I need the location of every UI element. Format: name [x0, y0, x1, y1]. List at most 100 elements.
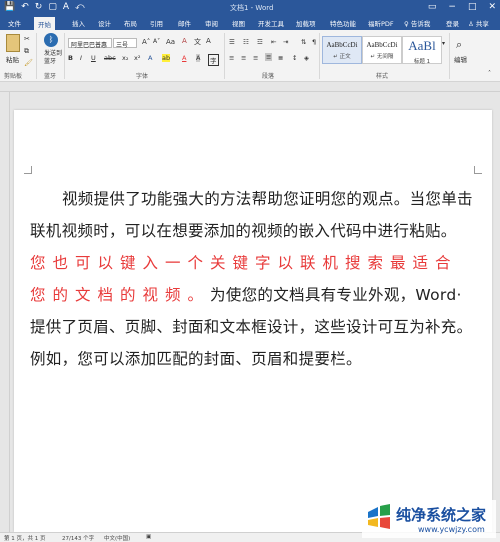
horizontal-ruler[interactable]: [0, 82, 500, 92]
ribbon-display-icon[interactable]: ▭: [428, 2, 437, 12]
bullets-icon[interactable]: ☰: [229, 38, 235, 46]
justify-icon[interactable]: ≡: [265, 53, 273, 61]
cut-icon[interactable]: ✂: [24, 35, 30, 43]
bluetooth-send-button[interactable]: 发送到蓝牙: [44, 50, 62, 66]
divider: [224, 33, 225, 79]
tab-mailings[interactable]: 邮件: [178, 18, 191, 28]
phonetic-guide-icon[interactable]: 文: [194, 37, 201, 47]
tab-file[interactable]: 文件: [8, 18, 21, 28]
show-marks-icon[interactable]: ¶: [312, 38, 316, 46]
underline-icon[interactable]: U: [91, 54, 96, 62]
document-body[interactable]: 视频提供了功能强大的方法帮助您证明您的观点。当您单击联机视频时，可以在想要添加的…: [30, 183, 478, 375]
copy-icon[interactable]: ⧉: [24, 47, 29, 56]
align-center-icon[interactable]: ≡: [241, 54, 246, 62]
tab-features[interactable]: 特色功能: [330, 18, 356, 28]
format-icon[interactable]: ⤺: [75, 2, 85, 12]
find-icon[interactable]: ⌕: [456, 38, 462, 52]
paste-icon[interactable]: [6, 34, 20, 52]
ribbon: 粘贴 ✂ ⧉ 🖌 ᛒ 发送到蓝牙 阿里巴巴普惠 三号 A˄ A˅ Aa A 文 …: [0, 30, 500, 82]
style-sample: AaBl: [408, 38, 436, 53]
highlight-icon[interactable]: ab: [162, 54, 171, 62]
save-icon[interactable]: 💾: [4, 2, 15, 12]
align-right-icon[interactable]: ≡: [253, 54, 258, 62]
page-count[interactable]: 第 1 页，共 1 页: [4, 534, 46, 542]
tab-design[interactable]: 设计: [98, 18, 111, 28]
strikethrough-icon[interactable]: abc: [104, 54, 116, 62]
font-name-select[interactable]: 阿里巴巴普惠: [68, 38, 112, 49]
macro-icon[interactable]: ▣: [146, 534, 151, 540]
char-shading-icon[interactable]: A: [196, 54, 201, 62]
font-size-select[interactable]: 三号: [113, 38, 137, 49]
vertical-scrollbar[interactable]: [492, 92, 500, 532]
enclose-char-icon[interactable]: 字: [208, 54, 219, 66]
bold-icon[interactable]: B: [68, 54, 73, 62]
watermark-url: www.ycwjzy.com: [418, 525, 485, 534]
tab-view[interactable]: 视图: [232, 18, 245, 28]
tab-foxit-pdf[interactable]: 福昕PDF: [368, 18, 394, 28]
quick-access-toolbar: 💾 ↶ ↻ ▢ A ⤺: [4, 2, 85, 12]
word-count[interactable]: 27/143 个字: [62, 534, 94, 542]
style-normal[interactable]: AaBbCcDi ↵ 正文: [322, 36, 362, 64]
style-no-spacing[interactable]: AaBbCcDi ↵ 无间隔: [362, 36, 402, 64]
tab-layout[interactable]: 布局: [124, 18, 137, 28]
font-color-icon[interactable]: A: [63, 2, 69, 12]
vertical-ruler[interactable]: [0, 92, 10, 532]
char-border-icon[interactable]: A: [206, 37, 211, 45]
change-case-icon[interactable]: Aa: [166, 38, 175, 46]
redo-icon[interactable]: ↻: [35, 2, 43, 12]
watermark: 纯净系统之家 www.ycwjzy.com: [362, 500, 496, 538]
increase-indent-icon[interactable]: ⇥: [283, 38, 288, 46]
superscript-icon[interactable]: x²: [134, 54, 140, 62]
layout-icon[interactable]: ▢: [48, 2, 57, 12]
paste-button[interactable]: 粘贴: [6, 54, 19, 64]
style-name: 标题 1: [413, 59, 431, 65]
italic-icon[interactable]: I: [80, 54, 82, 62]
clear-format-icon[interactable]: A: [182, 37, 187, 45]
distributed-icon[interactable]: ≣: [278, 54, 283, 62]
maximize-button[interactable]: □: [468, 2, 477, 12]
style-sample: AaBbCcDi: [326, 41, 358, 49]
close-button[interactable]: ✕: [488, 2, 496, 12]
subscript-icon[interactable]: x₂: [122, 54, 128, 62]
watermark-logo-icon: [368, 504, 390, 529]
window-title: 文档1 - Word: [230, 4, 274, 12]
group-label-styles: 样式: [376, 73, 389, 80]
login-link[interactable]: 登录: [446, 18, 459, 28]
sort-icon[interactable]: ⇅: [301, 38, 306, 46]
format-painter-icon[interactable]: 🖌: [24, 59, 33, 67]
document-page[interactable]: 视频提供了功能强大的方法帮助您证明您的观点。当您单击联机视频时，可以在想要添加的…: [14, 110, 492, 532]
tab-addins[interactable]: 加载项: [296, 18, 316, 28]
tab-references[interactable]: 引用: [150, 18, 163, 28]
undo-icon[interactable]: ↶: [21, 2, 29, 12]
language-indicator[interactable]: 中文(中国): [104, 534, 130, 542]
margin-corner-mark: [474, 166, 482, 174]
group-label-clipboard: 剪贴板: [4, 73, 23, 80]
style-heading-1[interactable]: AaBl 标题 1: [402, 36, 442, 65]
numbering-icon[interactable]: ☷: [243, 38, 249, 46]
divider: [449, 33, 450, 79]
divider: [319, 33, 320, 79]
tab-developer[interactable]: 开发工具: [258, 18, 284, 28]
body-text: 视频提供了功能强大的方法帮助您证明您的观点。当您单击联机视频时，可以在想要添加的…: [30, 190, 473, 240]
tab-home[interactable]: 开始: [34, 17, 55, 30]
styles-more-icon[interactable]: ▾: [442, 40, 445, 47]
multilevel-list-icon[interactable]: ☲: [257, 38, 263, 46]
tell-me-search[interactable]: ♀ 告诉我: [404, 18, 430, 28]
shading-icon[interactable]: ◈: [304, 54, 309, 62]
font-color-icon[interactable]: A: [182, 54, 186, 62]
minimize-button[interactable]: −: [448, 2, 456, 12]
collapse-ribbon-icon[interactable]: ˄: [488, 70, 491, 77]
share-button[interactable]: ♙ 共享: [468, 18, 489, 28]
tab-insert[interactable]: 插入: [72, 18, 85, 28]
align-left-icon[interactable]: ≡: [229, 54, 234, 62]
editing-button[interactable]: 编辑: [454, 54, 467, 64]
shrink-font-icon[interactable]: A˅: [153, 38, 160, 45]
group-label-paragraph: 段落: [262, 73, 275, 80]
line-spacing-icon[interactable]: ↕: [292, 54, 297, 62]
style-name: ↵ 无间隔: [370, 54, 394, 60]
grow-font-icon[interactable]: A˄: [142, 38, 150, 46]
decrease-indent-icon[interactable]: ⇤: [271, 38, 276, 46]
text-effects-icon[interactable]: A: [148, 54, 152, 62]
bluetooth-icon[interactable]: ᛒ: [44, 33, 58, 47]
tab-review[interactable]: 审阅: [205, 18, 218, 28]
